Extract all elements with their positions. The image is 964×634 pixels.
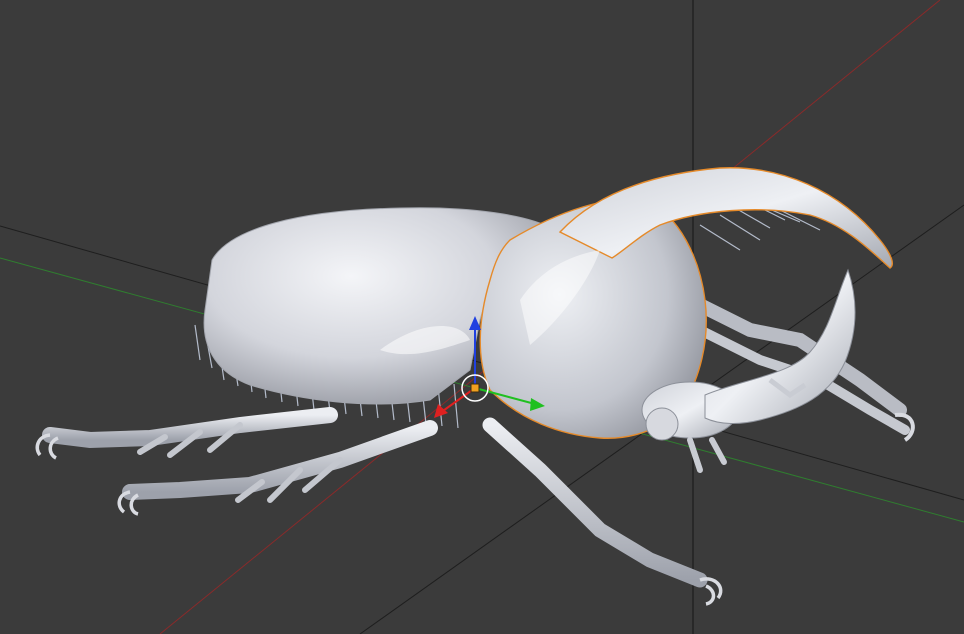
beetle-leg-front-right[interactable] [482,417,723,606]
thoracic-horn[interactable] [558,167,893,269]
beetle-leg-front-left[interactable] [35,407,338,460]
3d-viewport[interactable] [0,0,964,634]
gizmo-pivot[interactable] [470,383,480,393]
viewport-scene[interactable] [0,0,964,634]
